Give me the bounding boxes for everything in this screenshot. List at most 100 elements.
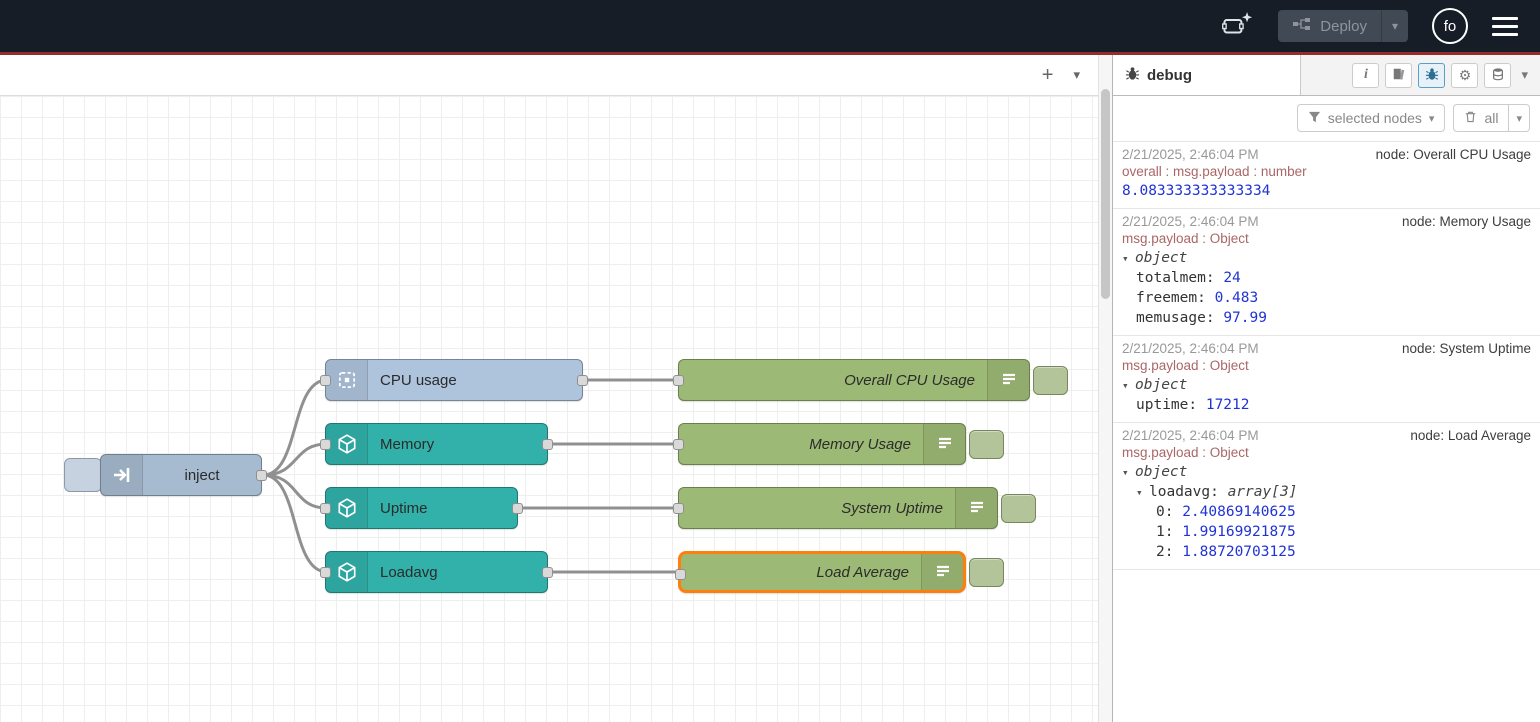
deploy-dropdown[interactable]: ▾: [1381, 10, 1408, 42]
cube-icon: [326, 552, 368, 592]
caret-down-icon: ▾: [1516, 112, 1522, 125]
node-label: Memory Usage: [679, 424, 923, 464]
context-data-tab-button[interactable]: [1484, 63, 1511, 88]
input-port[interactable]: [673, 375, 684, 386]
filter-nodes-button[interactable]: selected nodes ▾: [1297, 104, 1446, 132]
input-port[interactable]: [320, 439, 331, 450]
workspace[interactable]: inject CPU usage: [0, 96, 1098, 722]
clear-options-dropdown[interactable]: ▾: [1509, 104, 1530, 132]
debug-tab-button[interactable]: [1418, 63, 1445, 88]
message-source-node[interactable]: node: Overall CPU Usage: [1376, 147, 1531, 162]
node-inject[interactable]: inject: [100, 454, 262, 496]
object-type: object: [1135, 377, 1187, 393]
node-label: Overall CPU Usage: [679, 360, 987, 400]
output-port[interactable]: [542, 567, 553, 578]
message-source-node[interactable]: node: Load Average: [1410, 428, 1531, 443]
caret-down-icon: ▾: [1429, 112, 1435, 125]
config-nodes-tab-button[interactable]: ⚙: [1451, 63, 1478, 88]
input-port[interactable]: [673, 439, 684, 450]
deploy-button[interactable]: Deploy ▾: [1278, 10, 1408, 42]
property-key: freemem:: [1136, 290, 1206, 306]
tree-expand-icon[interactable]: ▾: [1122, 379, 1135, 392]
node-loadavg[interactable]: Loadavg: [325, 551, 548, 593]
property-key: uptime:: [1136, 397, 1197, 413]
avatar-initials: fo: [1444, 18, 1457, 35]
output-port[interactable]: [542, 439, 553, 450]
menu-bar: [1492, 33, 1518, 36]
main-menu-icon[interactable]: [1492, 17, 1518, 36]
deploy-button-main[interactable]: Deploy: [1278, 10, 1381, 42]
node-uptime[interactable]: Uptime: [325, 487, 518, 529]
debug-messages: 2/21/2025, 2:46:04 PM node: Overall CPU …: [1113, 141, 1540, 722]
scrollbar-thumb[interactable]: [1101, 89, 1110, 299]
object-property-row: memusage: 97.99: [1122, 310, 1531, 326]
message-timestamp: 2/21/2025, 2:46:04 PM: [1122, 214, 1259, 229]
output-port[interactable]: [577, 375, 588, 386]
debug-list-icon: [955, 488, 997, 528]
message-source-node[interactable]: node: Memory Usage: [1402, 214, 1531, 229]
object-property-row: uptime: 17212: [1122, 397, 1531, 413]
menu-bar: [1492, 17, 1518, 20]
debug-message[interactable]: 2/21/2025, 2:46:04 PM node: Memory Usage…: [1113, 209, 1540, 336]
input-port[interactable]: [320, 567, 331, 578]
tree-expand-icon[interactable]: ▾: [1122, 252, 1135, 265]
debug-message[interactable]: 2/21/2025, 2:46:04 PM node: Load Average…: [1113, 423, 1540, 570]
node-memory[interactable]: Memory: [325, 423, 548, 465]
tree-expand-icon[interactable]: ▾: [1136, 486, 1149, 499]
node-debug-uptime[interactable]: System Uptime: [678, 487, 998, 529]
inject-icon: [101, 455, 143, 495]
flow-assistant-icon[interactable]: [1222, 11, 1254, 42]
cpu-chip-icon: [326, 360, 368, 400]
help-tab-button[interactable]: [1385, 63, 1412, 88]
menu-bar: [1492, 25, 1518, 28]
tab-debug[interactable]: debug: [1113, 55, 1301, 95]
object-property-row: freemem: 0.483: [1122, 290, 1531, 306]
node-debug-memory[interactable]: Memory Usage: [678, 423, 966, 465]
array-value: 1.99169921875: [1182, 524, 1296, 540]
trash-icon: [1464, 110, 1477, 126]
object-root-row[interactable]: ▾object: [1122, 464, 1531, 480]
node-label: CPU usage: [368, 360, 582, 400]
info-icon: i: [1364, 67, 1368, 83]
array-root-row[interactable]: ▾loadavg: array[3]: [1122, 484, 1531, 500]
add-flow-button[interactable]: +: [1042, 65, 1054, 85]
message-property-path: msg.payload : Object: [1122, 358, 1531, 373]
debug-filter-row: selected nodes ▾ all ▾: [1113, 96, 1540, 141]
output-port[interactable]: [512, 503, 523, 514]
wire[interactable]: [263, 475, 327, 508]
message-source-node[interactable]: node: System Uptime: [1402, 341, 1531, 356]
debug-enable-toggle[interactable]: [1033, 366, 1068, 395]
filter-label: selected nodes: [1328, 110, 1422, 126]
message-timestamp: 2/21/2025, 2:46:04 PM: [1122, 341, 1259, 356]
input-port[interactable]: [320, 375, 331, 386]
input-port[interactable]: [675, 569, 686, 580]
array-value: 1.88720703125: [1182, 544, 1296, 560]
user-avatar[interactable]: fo: [1432, 8, 1468, 44]
output-port[interactable]: [256, 470, 267, 481]
input-port[interactable]: [320, 503, 331, 514]
canvas-vertical-scrollbar[interactable]: [1098, 55, 1112, 722]
property-value: 17212: [1206, 397, 1250, 413]
funnel-icon: [1308, 110, 1321, 126]
node-cpu-usage[interactable]: CPU usage: [325, 359, 583, 401]
clear-messages-button[interactable]: all: [1453, 104, 1509, 132]
debug-enable-toggle[interactable]: [969, 430, 1004, 459]
node-debug-overall-cpu[interactable]: Overall CPU Usage: [678, 359, 1030, 401]
info-tab-button[interactable]: i: [1352, 63, 1379, 88]
debug-message[interactable]: 2/21/2025, 2:46:04 PM node: System Uptim…: [1113, 336, 1540, 423]
flow-tabbar: + ▾: [0, 55, 1098, 96]
input-port[interactable]: [673, 503, 684, 514]
object-root-row[interactable]: ▾object: [1122, 250, 1531, 266]
object-root-row[interactable]: ▾object: [1122, 377, 1531, 393]
gear-icon: ⚙: [1459, 67, 1472, 84]
wire[interactable]: [263, 444, 327, 475]
debug-message[interactable]: 2/21/2025, 2:46:04 PM node: Overall CPU …: [1113, 142, 1540, 209]
tree-expand-icon[interactable]: ▾: [1122, 466, 1135, 479]
debug-enable-toggle[interactable]: [969, 558, 1004, 587]
object-property-row: totalmem: 24: [1122, 270, 1531, 286]
sidebar-tabs-dropdown-icon[interactable]: ▾: [1517, 67, 1532, 83]
flow-list-dropdown-icon[interactable]: ▾: [1073, 67, 1080, 83]
debug-enable-toggle[interactable]: [1001, 494, 1036, 523]
inject-trigger-button[interactable]: [64, 458, 102, 492]
node-debug-loadavg[interactable]: Load Average: [678, 551, 966, 593]
